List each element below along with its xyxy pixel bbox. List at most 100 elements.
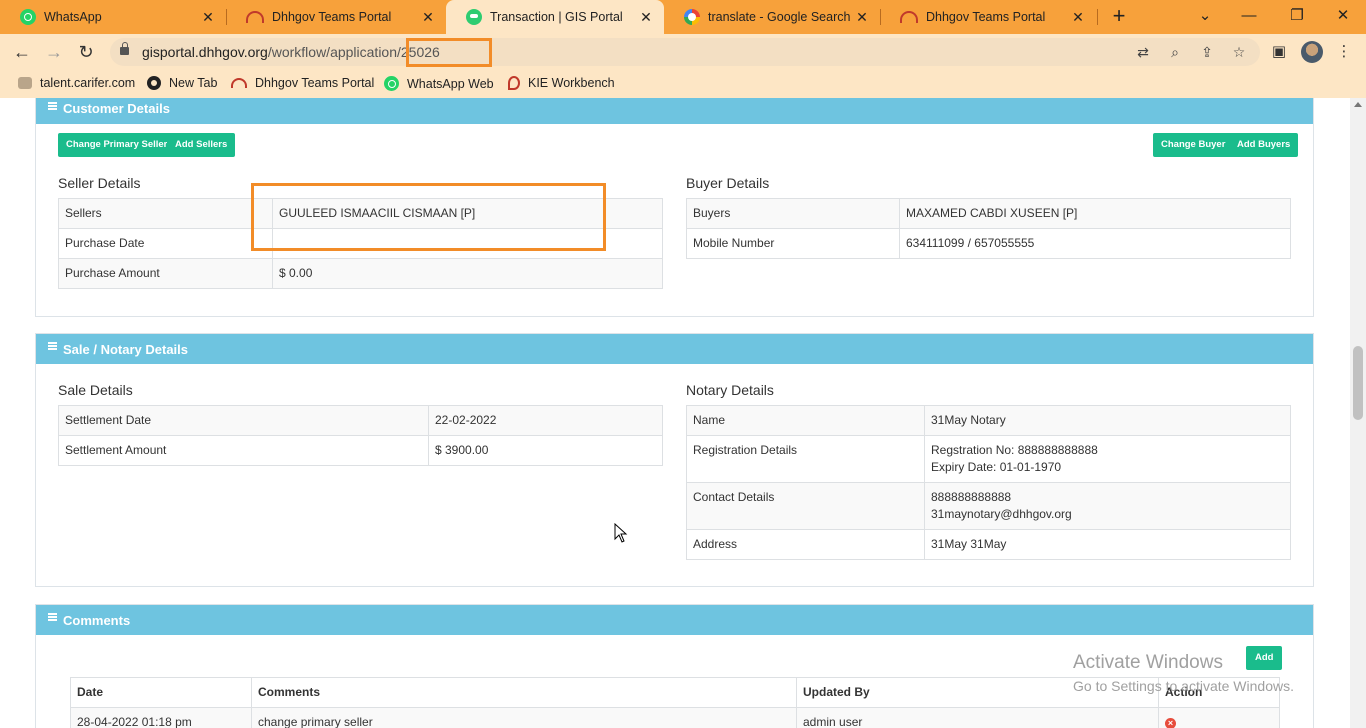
minimize-icon[interactable]: — [1237, 4, 1261, 28]
bookmark-kie[interactable]: KIE Workbench [508, 76, 615, 90]
tab-separator [1097, 9, 1098, 25]
comment-date: 28-04-2022 01:18 pm [70, 707, 252, 728]
scroll-thumb[interactable] [1353, 346, 1363, 420]
zoom-icon[interactable]: ⌕ [1166, 43, 1184, 61]
browser-toolbar: ← → ↻ gisportal.dhhgov.org/workflow/appl… [0, 34, 1366, 70]
change-primary-seller-button[interactable]: Change Primary Seller [58, 133, 176, 157]
table-row: Mobile Number 634111099 / 657055555 [686, 228, 1291, 259]
row-label: Purchase Date [58, 228, 273, 259]
bookmark-new-tab[interactable]: New Tab [147, 76, 217, 90]
bookmark-talent[interactable]: talent.carifer.com [18, 76, 135, 90]
purchase-amount-value: $ 0.00 [272, 258, 663, 289]
forward-arrow-icon[interactable]: → [42, 40, 66, 64]
bookmark-label: KIE Workbench [528, 76, 615, 90]
row-label: Address [686, 529, 925, 560]
lock-icon[interactable] [120, 42, 129, 55]
settlement-amount-value: $ 3900.00 [428, 435, 663, 466]
close-icon[interactable]: ✕ [854, 9, 870, 26]
tab-google-search[interactable]: translate - Google Search ✕ [664, 0, 880, 34]
add-sellers-button[interactable]: Add Sellers [167, 133, 236, 157]
address-bar[interactable]: gisportal.dhhgov.org/workflow/applicatio… [110, 38, 1260, 66]
row-label: Name [686, 405, 925, 436]
registration-number: Regstration No: 888888888888 [931, 443, 1098, 457]
change-buyer-button[interactable]: Change Buyer [1153, 133, 1234, 157]
menu-kebab-icon[interactable]: ⋮ [1333, 41, 1355, 63]
row-label: Mobile Number [686, 228, 900, 259]
registration-value: Regstration No: 888888888888 Expiry Date… [924, 435, 1291, 483]
table-row: Settlement Date 22-02-2022 [58, 405, 663, 436]
dhhgov-icon [231, 78, 247, 88]
restore-icon[interactable]: ❐ [1285, 4, 1309, 28]
url-host: gisportal.dhhgov.org [142, 44, 268, 60]
contact-phone: 888888888888 [931, 490, 1012, 504]
reload-icon[interactable]: ↻ [74, 40, 98, 64]
column-header-comments: Comments [251, 677, 797, 708]
tab-dhhgov-teams-2[interactable]: Dhhgov Teams Portal ✕ [880, 0, 1096, 34]
comment-updated-by: admin user [796, 707, 1159, 728]
seller-details-title: Seller Details [58, 175, 141, 191]
comment-action: × [1158, 707, 1280, 728]
bookmark-label: talent.carifer.com [40, 76, 136, 90]
tab-title: translate - Google Search [708, 10, 851, 24]
table-row: Address 31May 31May [686, 529, 1291, 560]
bookmarks-bar: talent.carifer.com New Tab Dhhgov Teams … [0, 70, 1366, 98]
tab-dhhgov-teams[interactable]: Dhhgov Teams Portal ✕ [226, 0, 446, 34]
url-text[interactable]: gisportal.dhhgov.org/workflow/applicatio… [142, 44, 440, 60]
watermark-line1: Activate Windows [1073, 652, 1223, 673]
mobile-number-value: 634111099 / 657055555 [899, 228, 1291, 259]
tab-title: Dhhgov Teams Portal [272, 10, 392, 24]
notary-details-title: Notary Details [686, 382, 774, 398]
close-icon[interactable]: ✕ [638, 9, 654, 26]
bookmark-dhhgov[interactable]: Dhhgov Teams Portal [231, 76, 374, 90]
expiry-date: Expiry Date: 01-01-1970 [931, 460, 1062, 474]
profile-avatar[interactable] [1301, 41, 1323, 63]
contact-email: 31maynotary@dhhgov.org [931, 507, 1072, 521]
row-label: Purchase Amount [58, 258, 273, 289]
whatsapp-icon [384, 76, 399, 91]
bookmark-whatsapp-web[interactable]: WhatsApp Web [384, 76, 494, 91]
buyer-details-table: Buyers MAXAMED CABDI XUSEEN [P] Mobile N… [686, 198, 1291, 259]
row-label: Registration Details [686, 435, 925, 483]
comment-text: change primary seller [251, 707, 797, 728]
row-label: Buyers [686, 198, 900, 229]
panel-title: Comments [63, 612, 131, 628]
google-icon [684, 9, 700, 25]
dhhgov-icon [246, 11, 264, 23]
page-scrollbar[interactable] [1350, 98, 1366, 728]
whatsapp-icon [20, 9, 36, 25]
table-row: Purchase Amount $ 0.00 [58, 258, 663, 289]
sale-details-table: Settlement Date 22-02-2022 Settlement Am… [58, 405, 663, 466]
tab-title: WhatsApp [44, 10, 102, 24]
table-row: Settlement Amount $ 3900.00 [58, 435, 663, 466]
panel-header: Customer Details [36, 98, 1313, 124]
new-tab-plus-icon[interactable]: + [1108, 5, 1130, 28]
globe-icon [147, 76, 161, 90]
close-icon[interactable]: ✕ [1070, 9, 1086, 26]
seller-annotation-highlight [251, 183, 606, 251]
add-buyers-button[interactable]: Add Buyers [1229, 133, 1299, 157]
close-icon[interactable]: ✕ [200, 9, 216, 26]
notary-details-table: Name 31May Notary Registration Details R… [686, 405, 1291, 560]
scroll-up-arrow-icon[interactable] [1354, 102, 1362, 107]
gis-icon [466, 9, 482, 25]
tab-whatsapp[interactable]: WhatsApp ✕ [0, 0, 226, 34]
row-label: Settlement Amount [58, 435, 429, 466]
kie-icon [508, 76, 520, 90]
share-icon[interactable]: ⇪ [1198, 43, 1216, 61]
tab-gis-portal[interactable]: Transaction | GIS Portal ✕ [446, 0, 664, 34]
side-panel-icon[interactable]: ▣ [1268, 41, 1290, 63]
buyers-value: MAXAMED CABDI XUSEEN [P] [899, 198, 1291, 229]
back-arrow-icon[interactable]: ← [10, 40, 34, 64]
table-row: Contact Details 888888888888 31maynotary… [686, 482, 1291, 530]
close-icon[interactable]: ✕ [420, 9, 436, 26]
activate-windows-watermark: Activate Windows Go to Settings to activ… [1073, 652, 1294, 694]
delete-icon[interactable]: × [1165, 718, 1176, 728]
translate-icon[interactable]: ⇄ [1134, 43, 1152, 61]
url-annotation-highlight [406, 38, 492, 67]
page-content: Customer Details Change Primary Seller A… [0, 98, 1350, 728]
bookmark-label: WhatsApp Web [407, 76, 494, 91]
bookmark-label: Dhhgov Teams Portal [255, 76, 375, 90]
tab-search-chevron-icon[interactable]: ⌄ [1193, 4, 1217, 28]
close-window-icon[interactable]: ✕ [1331, 4, 1355, 28]
bookmark-star-icon[interactable]: ☆ [1230, 43, 1248, 61]
